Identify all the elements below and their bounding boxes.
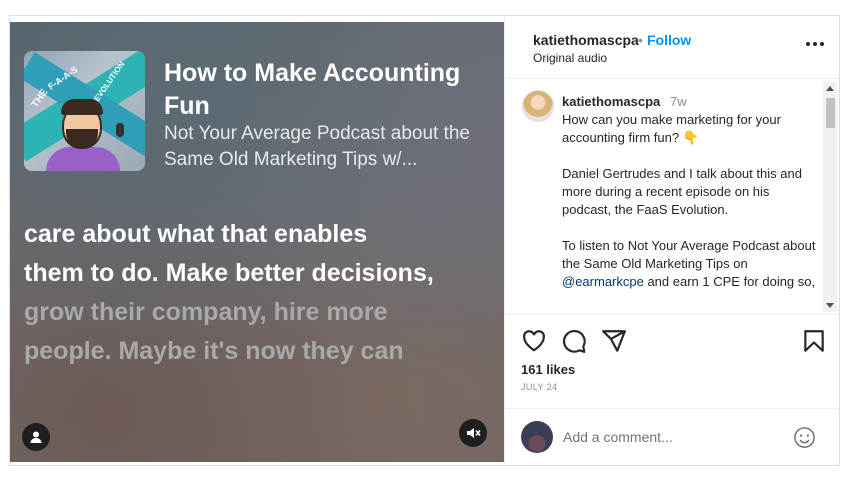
episode-subtitle: Not Your Average Podcast about the Same … <box>164 123 470 170</box>
scrollbar[interactable] <box>823 82 837 312</box>
post-header: katiethomascpa • Follow Original audio <box>505 16 840 79</box>
transcript-caption: care about what that enables them to do.… <box>24 215 499 371</box>
post-details: katiethomascpa • Follow Original audio k… <box>504 16 840 465</box>
caption-line: care about what that enables <box>24 220 368 248</box>
caption-text: How can you make marketing for your acco… <box>562 111 817 309</box>
episode-title: How to Make Accounting Fun <box>164 59 461 120</box>
audio-link[interactable]: Original audio <box>533 51 607 65</box>
caption-line: people. Maybe it's now they can <box>24 337 404 365</box>
caption-timestamp[interactable]: 7w <box>670 94 687 109</box>
comment-composer <box>505 408 840 465</box>
caption-line: grow their company, hire more <box>24 298 388 326</box>
speaker-muted-icon[interactable] <box>459 419 487 447</box>
user-icon[interactable] <box>22 423 50 451</box>
author-username[interactable]: katiethomascpa <box>533 32 639 48</box>
caption-line: them to do. Make better decisions, <box>24 259 434 287</box>
caption-username[interactable]: katiethomascpa <box>562 94 660 109</box>
thumbnail-text-left: THE <box>29 87 51 110</box>
comment-input[interactable] <box>563 426 783 448</box>
share-icon[interactable] <box>601 328 627 354</box>
podcast-thumbnail: THE F-A-A-S EVOLUTION <box>24 51 145 171</box>
avatar[interactable] <box>522 90 554 122</box>
comment-icon[interactable] <box>561 328 587 354</box>
caption-paragraph: To listen to Not Your Average Podcast ab… <box>562 238 816 289</box>
post-date[interactable]: JULY 24 <box>521 382 558 392</box>
more-horizontal-icon[interactable] <box>806 42 824 46</box>
likes-count[interactable]: 161 likes <box>521 362 575 377</box>
smiley-icon[interactable] <box>793 426 816 449</box>
heart-icon[interactable] <box>521 328 547 354</box>
caption-paragraph: How can you make marketing for your acco… <box>562 112 781 145</box>
avatar <box>521 421 553 453</box>
post-modal: THE F-A-A-S EVOLUTION How to Make Accoun… <box>9 15 840 466</box>
separator: • <box>638 32 643 48</box>
mention-link[interactable]: @earmarkcpe <box>562 274 644 289</box>
bookmark-icon[interactable] <box>801 328 827 354</box>
video-player[interactable]: THE F-A-A-S EVOLUTION How to Make Accoun… <box>10 22 504 462</box>
caption-paragraph: Daniel Gertrudes and I talk about this a… <box>562 166 802 217</box>
action-bar: 161 likes JULY 24 <box>505 314 840 408</box>
follow-button[interactable]: Follow <box>647 32 691 48</box>
caption-section: katiethomascpa 7w How can you make marke… <box>505 80 840 314</box>
